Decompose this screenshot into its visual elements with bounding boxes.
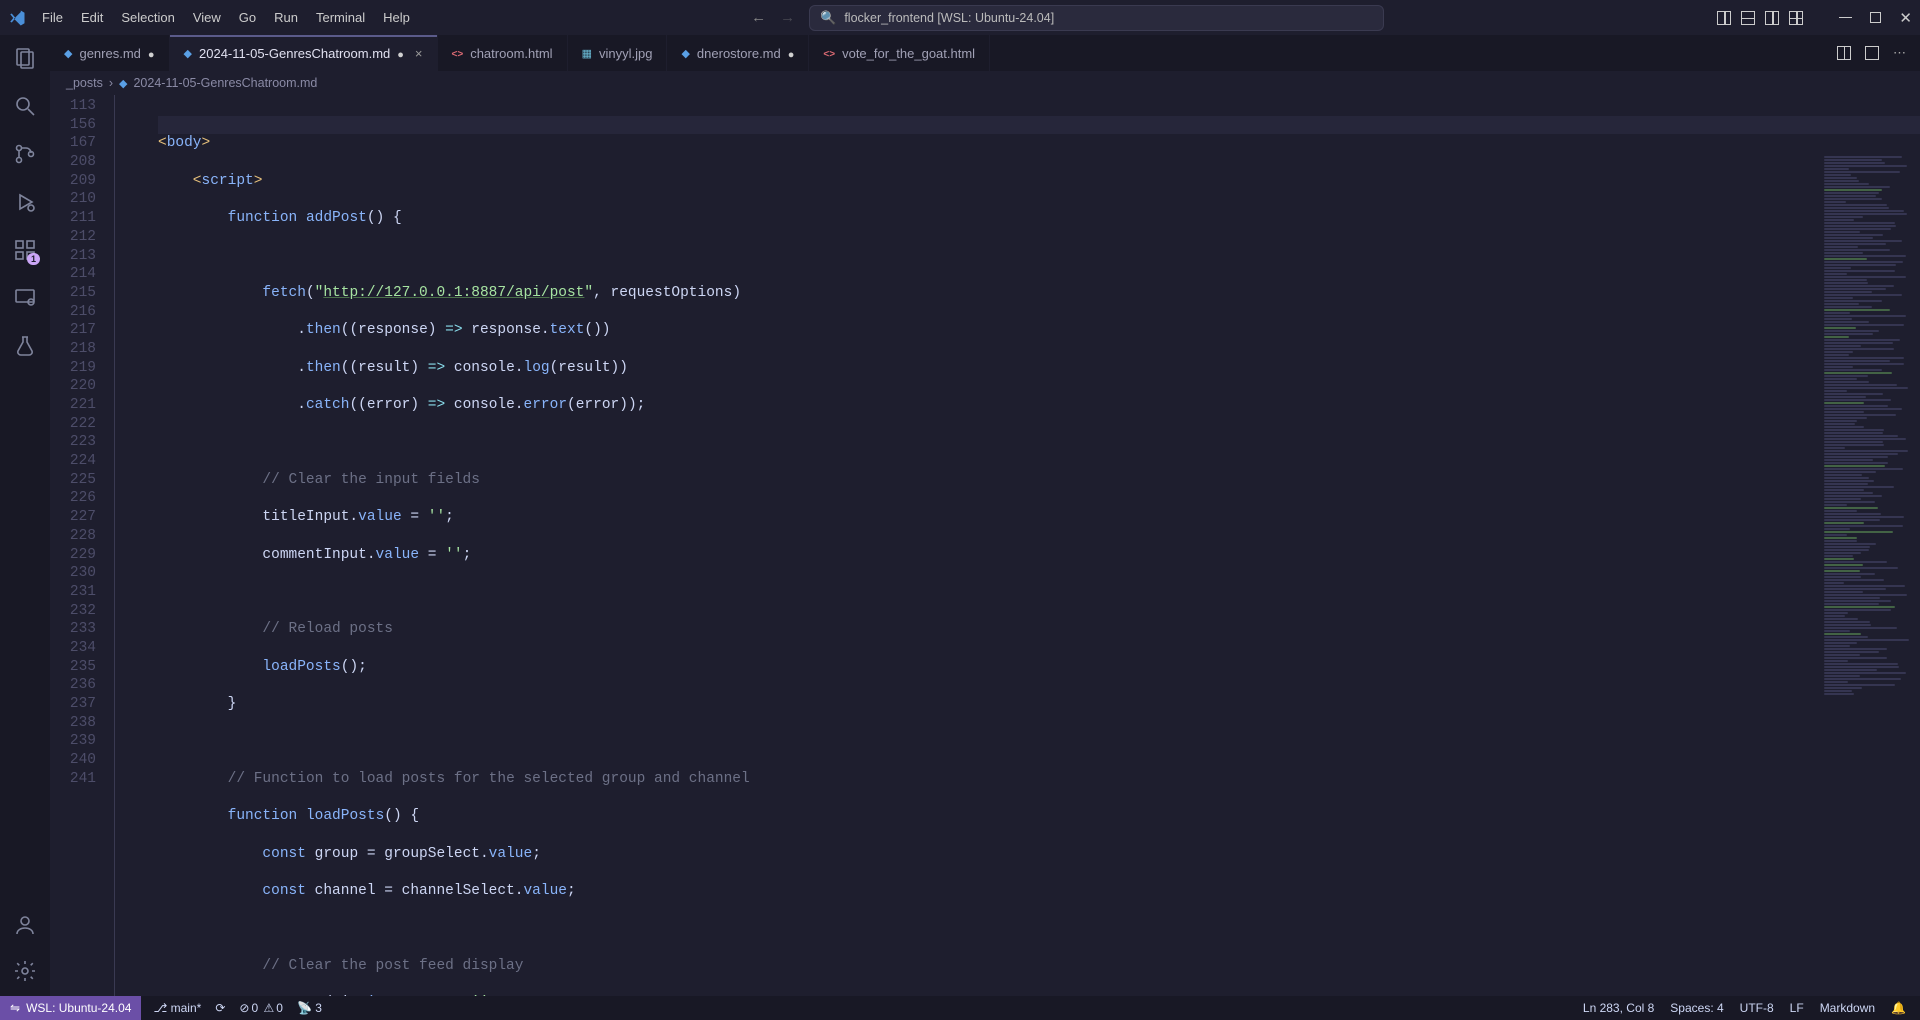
- run-debug-icon[interactable]: [12, 189, 38, 215]
- extensions-badge: 1: [27, 253, 40, 265]
- settings-gear-icon[interactable]: [12, 958, 38, 984]
- layout-grid-icon[interactable]: [1789, 11, 1803, 25]
- tab-label: chatroom.html: [470, 46, 552, 61]
- tab-label: vote_for_the_goat.html: [842, 46, 975, 61]
- menu-selection[interactable]: Selection: [113, 6, 182, 29]
- menu-help[interactable]: Help: [375, 6, 418, 29]
- html-file-icon: [452, 46, 464, 60]
- tab-vinyl-jpg[interactable]: vinyyl.jpg: [568, 35, 668, 71]
- tab-label: dnerostore.md: [697, 46, 781, 61]
- search-activity-icon[interactable]: [12, 93, 38, 119]
- vscode-logo-icon: [8, 9, 26, 27]
- encoding[interactable]: UTF-8: [1740, 1001, 1774, 1015]
- toggle-layout-icon[interactable]: [1865, 46, 1879, 60]
- breadcrumb-folder[interactable]: _posts: [66, 76, 103, 90]
- eol[interactable]: LF: [1790, 1001, 1804, 1015]
- sync-icon[interactable]: ⟳: [215, 1001, 225, 1015]
- menu-bar: File Edit Selection View Go Run Terminal…: [34, 6, 418, 29]
- breadcrumbs[interactable]: _posts › 2024-11-05-GenresChatroom.md: [50, 71, 1920, 95]
- editor-tabs: genres.md 2024-11-05-GenresChatroom.md× …: [50, 35, 1920, 71]
- source-control-icon[interactable]: [12, 141, 38, 167]
- tab-genres-chatroom[interactable]: 2024-11-05-GenresChatroom.md ×: [170, 35, 438, 71]
- fold-column: [108, 95, 158, 996]
- language-mode[interactable]: Markdown: [1820, 1001, 1875, 1015]
- nav-back-icon[interactable]: ←: [751, 9, 766, 26]
- indentation[interactable]: Spaces: 4: [1670, 1001, 1723, 1015]
- remote-explorer-icon[interactable]: [12, 285, 38, 311]
- editor-area: genres.md 2024-11-05-GenresChatroom.md× …: [50, 35, 1920, 996]
- menu-run[interactable]: Run: [266, 6, 306, 29]
- tab-label: genres.md: [79, 46, 140, 61]
- layout-right-icon[interactable]: [1765, 11, 1779, 25]
- window-maximize-icon[interactable]: [1870, 12, 1881, 23]
- window-close-icon[interactable]: ✕: [1899, 9, 1912, 27]
- extensions-icon[interactable]: 1: [12, 237, 38, 263]
- title-bar: File Edit Selection View Go Run Terminal…: [0, 0, 1920, 35]
- window-minimize-icon[interactable]: [1839, 17, 1852, 19]
- tab-close-icon[interactable]: ×: [415, 46, 423, 61]
- accounts-icon[interactable]: [12, 912, 38, 938]
- dirty-indicator-icon: [148, 46, 155, 61]
- dirty-indicator-icon: [788, 46, 795, 61]
- markdown-file-icon: [64, 46, 72, 60]
- explorer-icon[interactable]: [12, 45, 38, 71]
- line-number-gutter: 1131561672082092102112122132142152162172…: [50, 95, 108, 996]
- html-file-icon: [823, 46, 835, 60]
- code-content[interactable]: <body> <script> function addPost() { fet…: [158, 95, 1920, 996]
- menu-view[interactable]: View: [185, 6, 229, 29]
- tab-label: vinyyl.jpg: [599, 46, 652, 61]
- split-editor-icon[interactable]: [1837, 46, 1851, 60]
- activity-bar: 1: [0, 35, 50, 996]
- remote-label: WSL: Ubuntu-24.04: [26, 1001, 131, 1015]
- layout-bottom-icon[interactable]: [1741, 11, 1755, 25]
- markdown-file-icon: [184, 46, 192, 60]
- cursor-position[interactable]: Ln 283, Col 8: [1583, 1001, 1654, 1015]
- menu-go[interactable]: Go: [231, 6, 264, 29]
- tab-chatroom-html[interactable]: chatroom.html: [438, 35, 568, 71]
- layout-left-icon[interactable]: [1717, 11, 1731, 25]
- notifications-icon[interactable]: 🔔: [1891, 1001, 1906, 1015]
- menu-terminal[interactable]: Terminal: [308, 6, 373, 29]
- command-center-text: flocker_frontend [WSL: Ubuntu-24.04]: [844, 11, 1054, 25]
- nav-forward-icon[interactable]: →: [780, 9, 795, 26]
- problems-indicator[interactable]: ⊘0 ⚠0: [239, 1001, 283, 1015]
- tab-label: 2024-11-05-GenresChatroom.md: [199, 46, 390, 61]
- remote-icon: ⇋: [10, 1001, 20, 1015]
- image-file-icon: [582, 46, 592, 60]
- tab-genres[interactable]: genres.md: [50, 35, 170, 71]
- markdown-file-icon: [119, 76, 127, 90]
- tab-dnerostore[interactable]: dnerostore.md: [667, 35, 809, 71]
- testing-icon[interactable]: [12, 333, 38, 359]
- remote-indicator[interactable]: ⇋ WSL: Ubuntu-24.04: [0, 996, 141, 1020]
- more-actions-icon[interactable]: ⋯: [1893, 45, 1906, 61]
- menu-file[interactable]: File: [34, 6, 71, 29]
- branch-indicator[interactable]: ⎇ main*: [153, 1001, 201, 1015]
- code-editor[interactable]: 1131561672082092102112122132142152162172…: [50, 95, 1920, 996]
- breadcrumb-file[interactable]: 2024-11-05-GenresChatroom.md: [133, 76, 317, 90]
- menu-edit[interactable]: Edit: [73, 6, 111, 29]
- tab-vote-goat[interactable]: vote_for_the_goat.html: [809, 35, 990, 71]
- status-bar: ⇋ WSL: Ubuntu-24.04 ⎇ main* ⟳ ⊘0 ⚠0 📡 3 …: [0, 996, 1920, 1020]
- search-icon: 🔍: [820, 10, 836, 26]
- chevron-right-icon: ›: [109, 76, 113, 90]
- current-line-highlight: [158, 116, 1920, 135]
- command-center[interactable]: 🔍 flocker_frontend [WSL: Ubuntu-24.04]: [809, 5, 1384, 31]
- minimap[interactable]: [1820, 155, 1920, 996]
- dirty-indicator-icon: [397, 46, 404, 61]
- markdown-file-icon: [681, 46, 689, 60]
- ports-indicator[interactable]: 📡 3: [297, 1001, 322, 1015]
